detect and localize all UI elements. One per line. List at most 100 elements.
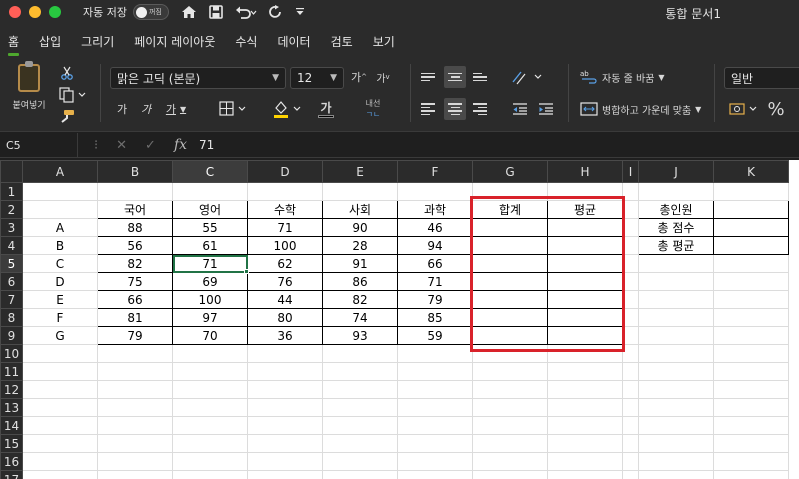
cell-h5[interactable]	[547, 254, 623, 273]
cell-a12[interactable]	[22, 380, 98, 399]
fill-color-button[interactable]	[272, 98, 304, 120]
cell-j7[interactable]	[638, 290, 714, 309]
tab-review[interactable]: 검토	[331, 27, 353, 56]
cell-f5[interactable]: 66	[397, 254, 473, 273]
cell-e17[interactable]	[322, 470, 398, 479]
column-header-b[interactable]: B	[97, 160, 173, 183]
cell-a14[interactable]	[22, 416, 98, 435]
cell-i14[interactable]	[622, 416, 639, 435]
italic-button[interactable]: 가	[138, 100, 154, 118]
orientation-icon[interactable]	[510, 66, 546, 88]
tab-home[interactable]: 홈	[8, 27, 20, 56]
cell-d14[interactable]	[247, 416, 323, 435]
cell-h15[interactable]	[547, 434, 623, 453]
decrease-indent-icon[interactable]	[510, 100, 530, 118]
row-header-1[interactable]: 1	[0, 182, 23, 201]
align-bottom-icon[interactable]	[470, 68, 490, 86]
row-header-4[interactable]: 4	[0, 236, 23, 255]
column-header-d[interactable]: D	[247, 160, 323, 183]
cell-c2[interactable]: 영어	[172, 200, 248, 219]
cell-h4[interactable]	[547, 236, 623, 255]
cell-d13[interactable]	[247, 398, 323, 417]
cell-c12[interactable]	[172, 380, 248, 399]
cell-b10[interactable]	[97, 344, 173, 363]
cell-g6[interactable]	[472, 272, 548, 291]
cell-a7[interactable]: E	[22, 290, 98, 309]
cell-f12[interactable]	[397, 380, 473, 399]
cell-b11[interactable]	[97, 362, 173, 381]
cell-c4[interactable]: 61	[172, 236, 248, 255]
cell-b9[interactable]: 79	[97, 326, 173, 345]
cell-e14[interactable]	[322, 416, 398, 435]
cell-h17[interactable]	[547, 470, 623, 479]
align-middle-icon[interactable]	[444, 66, 466, 88]
select-all-button[interactable]	[0, 160, 23, 183]
cell-j9[interactable]	[638, 326, 714, 345]
row-header-2[interactable]: 2	[0, 200, 23, 219]
align-left-icon[interactable]	[418, 100, 438, 118]
cell-d11[interactable]	[247, 362, 323, 381]
cell-i7[interactable]	[622, 290, 639, 309]
cell-b12[interactable]	[97, 380, 173, 399]
cell-a13[interactable]	[22, 398, 98, 417]
cell-i13[interactable]	[622, 398, 639, 417]
cell-g4[interactable]	[472, 236, 548, 255]
tab-draw[interactable]: 그리기	[81, 27, 114, 56]
autosave-toggle[interactable]: 꺼짐	[132, 4, 169, 20]
cell-d16[interactable]	[247, 452, 323, 471]
cell-i2[interactable]	[622, 200, 639, 219]
cell-g3[interactable]	[472, 218, 548, 237]
row-header-13[interactable]: 13	[0, 398, 23, 417]
tab-page-layout[interactable]: 페이지 레이아웃	[134, 27, 215, 56]
row-header-7[interactable]: 7	[0, 290, 23, 309]
cell-d5[interactable]: 62	[247, 254, 323, 273]
cell-k5[interactable]	[713, 254, 789, 273]
cell-b8[interactable]: 81	[97, 308, 173, 327]
cell-b4[interactable]: 56	[97, 236, 173, 255]
tab-formulas[interactable]: 수식	[235, 27, 257, 56]
cell-f10[interactable]	[397, 344, 473, 363]
undo-icon[interactable]	[235, 5, 257, 19]
column-header-g[interactable]: G	[472, 160, 548, 183]
cell-j10[interactable]	[638, 344, 714, 363]
cell-j15[interactable]	[638, 434, 714, 453]
worksheet-grid[interactable]: ABCDEFGHIJK 1 2 국어 영어 수학 사회 과학 합계 평균 총인원 3 A 88 55 71 9…	[0, 160, 799, 479]
cell-e3[interactable]: 90	[322, 218, 398, 237]
cell-f8[interactable]: 85	[397, 308, 473, 327]
cell-c6[interactable]: 69	[172, 272, 248, 291]
row-header-6[interactable]: 6	[0, 272, 23, 291]
close-window-button[interactable]	[9, 6, 21, 18]
number-format-dropdown[interactable]: 일반	[724, 67, 799, 89]
cell-j12[interactable]	[638, 380, 714, 399]
cell-c15[interactable]	[172, 434, 248, 453]
cell-d6[interactable]: 76	[247, 272, 323, 291]
row-header-9[interactable]: 9	[0, 326, 23, 345]
cell-g13[interactable]	[472, 398, 548, 417]
column-header-k[interactable]: K	[713, 160, 789, 183]
cell-g5[interactable]	[472, 254, 548, 273]
accounting-format-icon[interactable]	[728, 100, 762, 118]
cell-i9[interactable]	[622, 326, 639, 345]
cell-k7[interactable]	[713, 290, 789, 309]
cell-k8[interactable]	[713, 308, 789, 327]
cell-d10[interactable]	[247, 344, 323, 363]
cell-h11[interactable]	[547, 362, 623, 381]
cell-b5[interactable]: 82	[97, 254, 173, 273]
cell-d8[interactable]: 80	[247, 308, 323, 327]
cell-f11[interactable]	[397, 362, 473, 381]
cell-e13[interactable]	[322, 398, 398, 417]
cell-j13[interactable]	[638, 398, 714, 417]
sheet-table[interactable]: ABCDEFGHIJK 1 2 국어 영어 수학 사회 과학 합계 평균 총인원 3 A 88 55 71 9…	[0, 160, 789, 479]
cell-d9[interactable]: 36	[247, 326, 323, 345]
column-header-h[interactable]: H	[547, 160, 623, 183]
name-box[interactable]: C5	[0, 132, 78, 158]
home-icon[interactable]	[181, 5, 197, 19]
cell-j5[interactable]	[638, 254, 714, 273]
cell-h16[interactable]	[547, 452, 623, 471]
cell-e15[interactable]	[322, 434, 398, 453]
cell-e8[interactable]: 74	[322, 308, 398, 327]
cell-a17[interactable]	[22, 470, 98, 479]
row-header-5[interactable]: 5	[0, 254, 23, 273]
cell-g1[interactable]	[472, 182, 548, 201]
row-header-11[interactable]: 11	[0, 362, 23, 381]
